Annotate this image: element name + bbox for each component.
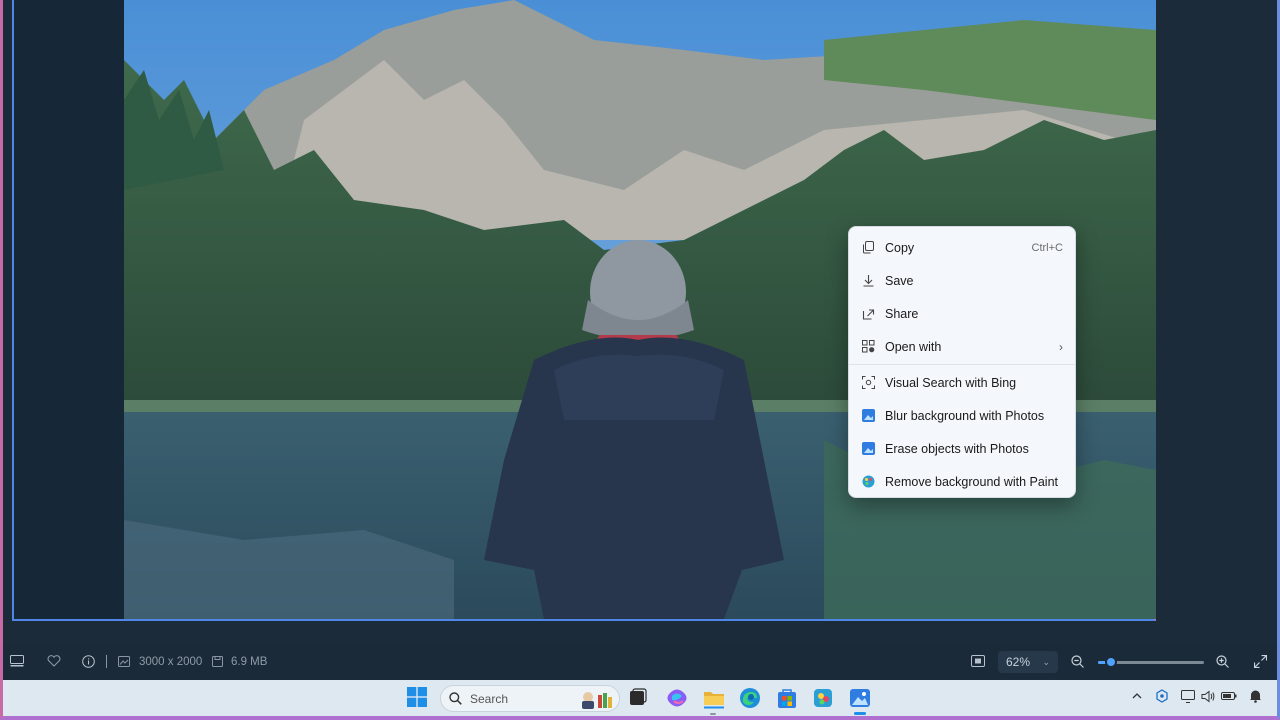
visual-search-icon xyxy=(861,376,875,390)
image-dimensions: 3000 x 2000 xyxy=(139,656,203,668)
paint-taskbar-icon[interactable] xyxy=(812,687,834,709)
menu-item-share[interactable]: Share xyxy=(849,297,1075,330)
image-dimensions-icon xyxy=(118,656,130,667)
windows-start-icon[interactable] xyxy=(407,687,429,709)
display-icon[interactable] xyxy=(1181,689,1195,703)
menu-item-erase-objects[interactable]: Erase objects with Photos xyxy=(849,432,1075,465)
fullscreen-icon[interactable] xyxy=(1254,655,1267,668)
menu-item-open-with[interactable]: Open with › xyxy=(849,330,1075,363)
chevron-right-icon: › xyxy=(1059,339,1063,354)
menu-item-label: Visual Search with Bing xyxy=(885,375,1017,390)
task-view-icon[interactable] xyxy=(628,688,650,710)
menu-item-blur-background[interactable]: Blur background with Photos xyxy=(849,399,1075,432)
active-app-indicator xyxy=(854,712,866,715)
menu-item-save[interactable]: Save xyxy=(849,264,1075,297)
menu-item-label: Open with xyxy=(885,339,942,354)
chevron-down-icon: ⌄ xyxy=(1042,656,1050,667)
file-size: 6.9 MB xyxy=(231,656,268,668)
zoom-in-icon[interactable] xyxy=(1216,655,1229,668)
menu-separator xyxy=(849,364,1075,365)
menu-item-label: Blur background with Photos xyxy=(885,408,1045,423)
fit-to-window-icon[interactable] xyxy=(971,655,985,667)
search-highlight-icon xyxy=(579,689,613,709)
search-placeholder: Search xyxy=(470,691,509,706)
file-size-icon xyxy=(212,656,223,667)
zoom-slider-thumb[interactable] xyxy=(1104,656,1117,668)
notification-bell-icon[interactable] xyxy=(1249,689,1262,703)
share-icon xyxy=(861,307,875,321)
microsoft-store-icon[interactable] xyxy=(776,687,798,709)
edge-browser-icon[interactable] xyxy=(739,687,761,709)
heart-icon[interactable] xyxy=(47,655,61,667)
copy-icon xyxy=(861,241,875,255)
menu-item-shortcut: Ctrl+C xyxy=(1031,241,1063,254)
photos-app-icon xyxy=(861,409,875,423)
context-menu: Copy Ctrl+C Save Share Open with › Visua… xyxy=(848,226,1076,498)
windows-taskbar: Search xyxy=(0,680,1280,716)
paint-app-icon xyxy=(861,475,875,489)
chevron-up-icon[interactable] xyxy=(1131,690,1143,702)
menu-item-label: Remove background with Paint xyxy=(885,474,1059,489)
image-viewer[interactable]: Copy Ctrl+C Save Share Open with › Visua… xyxy=(12,0,1156,621)
photos-taskbar-icon[interactable] xyxy=(849,687,871,709)
photos-app-icon xyxy=(861,442,875,456)
system-tray xyxy=(1131,689,1262,703)
running-app-indicator xyxy=(710,713,716,715)
info-icon[interactable] xyxy=(82,655,95,668)
menu-item-visual-search[interactable]: Visual Search with Bing xyxy=(849,366,1075,399)
menu-item-label: Save xyxy=(885,273,914,288)
copilot-icon[interactable] xyxy=(666,687,688,709)
menu-item-label: Erase objects with Photos xyxy=(885,441,1029,456)
menu-item-label: Copy xyxy=(885,240,915,255)
file-explorer-icon[interactable] xyxy=(703,687,725,709)
divider xyxy=(106,655,107,668)
taskbar-search[interactable]: Search xyxy=(440,685,620,712)
zoom-level-value: 62% xyxy=(1006,655,1031,669)
zoom-level-dropdown[interactable]: 62% ⌄ xyxy=(998,651,1058,673)
zoom-out-icon[interactable] xyxy=(1071,655,1084,668)
menu-item-remove-background[interactable]: Remove background with Paint xyxy=(849,465,1075,498)
menu-item-label: Share xyxy=(885,306,919,321)
search-icon xyxy=(449,692,462,705)
menu-item-copy[interactable]: Copy Ctrl+C xyxy=(849,231,1075,264)
battery-icon[interactable] xyxy=(1221,690,1237,702)
zoom-slider[interactable] xyxy=(1098,656,1204,668)
network-vpn-icon[interactable] xyxy=(1155,689,1169,703)
open-with-icon xyxy=(861,340,875,354)
filmstrip-icon[interactable] xyxy=(10,655,24,667)
volume-icon[interactable] xyxy=(1201,690,1215,703)
download-icon xyxy=(861,274,875,288)
viewer-statusbar: 3000 x 2000 6.9 MB 62% ⌄ xyxy=(0,645,1280,679)
